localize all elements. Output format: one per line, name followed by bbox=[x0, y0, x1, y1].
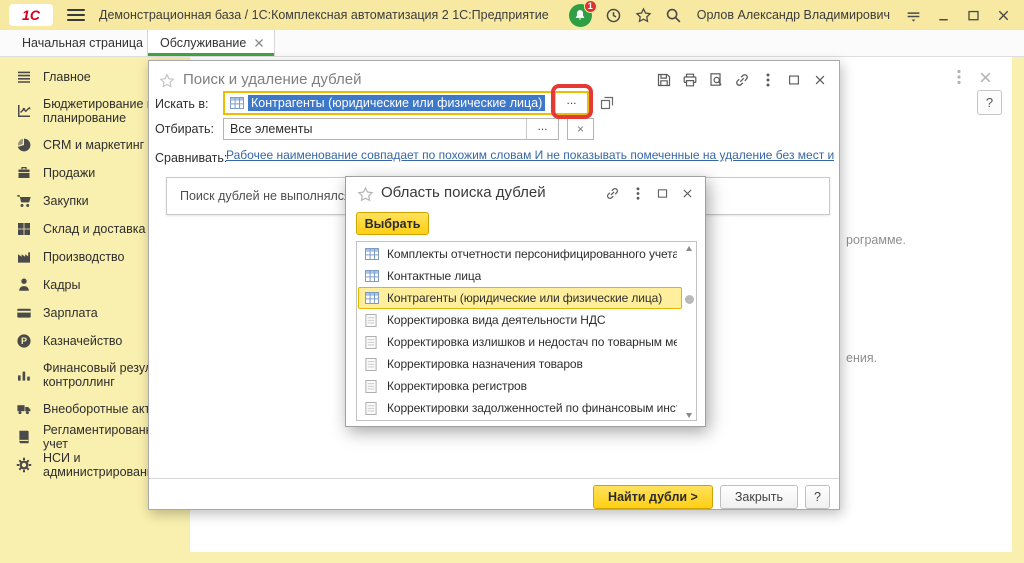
scroll-up-icon[interactable] bbox=[686, 246, 692, 251]
form-close-icon[interactable] bbox=[979, 71, 992, 84]
svg-text:Р: Р bbox=[20, 336, 26, 346]
person-icon bbox=[15, 277, 32, 294]
open-value-icon[interactable] bbox=[599, 95, 616, 112]
modal-more-icon[interactable] bbox=[629, 185, 646, 202]
history-icon[interactable] bbox=[605, 7, 622, 24]
tab-obsluzhivanie[interactable]: Обслуживание bbox=[147, 30, 275, 56]
find-duplicates-button[interactable]: Найти дубли > bbox=[593, 485, 713, 509]
dialog-close-icon[interactable] bbox=[811, 71, 828, 88]
tab-home[interactable]: Начальная страница bbox=[0, 30, 140, 56]
list-item[interactable]: Корректировка регистров bbox=[358, 375, 682, 397]
filter-clear-button[interactable]: × bbox=[567, 118, 594, 140]
tab-close-icon[interactable] bbox=[254, 38, 264, 48]
catalog-table-icon bbox=[365, 248, 379, 260]
planning-chart-icon bbox=[15, 103, 32, 120]
list-item-selected[interactable]: Контрагенты (юридические или физические … bbox=[358, 287, 682, 309]
filter-label: Отбирать: bbox=[155, 122, 214, 136]
open-windows-bar: Начальная страница Обслуживание bbox=[0, 30, 1024, 57]
modal-link-icon[interactable] bbox=[604, 185, 621, 202]
select-button[interactable]: Выбрать bbox=[356, 212, 429, 235]
window-title: Демонстрационная база / 1С:Комплексная а… bbox=[99, 8, 549, 22]
close-dialog-button[interactable]: Закрыть bbox=[720, 485, 798, 509]
background-text-fragment: рограмме. bbox=[846, 233, 906, 247]
document-icon bbox=[365, 380, 379, 393]
active-tab-label: Обслуживание bbox=[160, 36, 246, 50]
filter-value: Все элементы bbox=[224, 122, 313, 136]
modal-maximize-icon[interactable] bbox=[654, 185, 671, 202]
dialog-footer-divider bbox=[149, 478, 839, 479]
list-item[interactable]: Корректировка вида деятельности НДС bbox=[358, 309, 682, 331]
active-tab-indicator bbox=[148, 53, 274, 56]
main-lines-icon bbox=[15, 69, 32, 86]
print-icon[interactable] bbox=[681, 71, 698, 88]
ruble-coin-icon: Р bbox=[15, 333, 32, 350]
modal-title: Область поиска дублей bbox=[381, 184, 546, 201]
compare-rules-link[interactable]: Рабочее наименование совпадает по похожи… bbox=[226, 148, 834, 162]
modal-close-icon[interactable] bbox=[679, 185, 696, 202]
filter-field[interactable]: Все элементы ... bbox=[223, 118, 559, 140]
book-icon bbox=[15, 429, 32, 446]
service-menu-icon[interactable] bbox=[905, 7, 922, 24]
cart-icon bbox=[15, 193, 32, 210]
document-icon bbox=[365, 358, 379, 371]
pie-chart-icon bbox=[15, 137, 32, 154]
form-more-icon[interactable] bbox=[957, 69, 961, 85]
current-user[interactable]: Орлов Александр Владимирович bbox=[697, 8, 890, 22]
form-help-button[interactable]: ? bbox=[977, 90, 1002, 115]
dialog-title: Поиск и удаление дублей bbox=[183, 71, 361, 88]
catalog-table-icon bbox=[230, 97, 244, 109]
get-link-icon[interactable] bbox=[733, 71, 750, 88]
document-icon bbox=[365, 314, 379, 327]
catalog-table-icon bbox=[365, 292, 379, 304]
search-in-field[interactable]: Контрагенты (юридические или физические … bbox=[223, 91, 589, 115]
titlebar: 1С Демонстрационная база / 1С:Комплексна… bbox=[0, 0, 1024, 30]
compare-label: Сравнивать: bbox=[155, 151, 227, 165]
list-item[interactable]: Контактные лица bbox=[358, 265, 682, 287]
application-window: 1С Демонстрационная база / 1С:Комплексна… bbox=[0, 0, 1024, 563]
truck-icon bbox=[15, 401, 32, 418]
warehouse-boxes-icon bbox=[15, 221, 32, 238]
dialog-maximize-icon[interactable] bbox=[785, 71, 802, 88]
briefcase-icon bbox=[15, 165, 32, 182]
search-in-label: Искать в: bbox=[155, 97, 208, 111]
modal-favorite-star-icon[interactable] bbox=[357, 186, 374, 203]
1c-logo[interactable]: 1С bbox=[9, 4, 53, 26]
document-icon bbox=[365, 402, 379, 415]
document-icon bbox=[365, 336, 379, 349]
1c-logo-text: 1С bbox=[22, 7, 40, 23]
scroll-thumb[interactable] bbox=[685, 295, 694, 304]
background-text-fragment: ения. bbox=[846, 351, 877, 365]
notifications-bell-icon[interactable]: 1 bbox=[569, 4, 592, 27]
dialog-favorite-star-icon[interactable] bbox=[159, 73, 175, 89]
filter-choose-button[interactable]: ... bbox=[526, 119, 558, 139]
factory-icon bbox=[15, 249, 32, 266]
list-item[interactable]: Корректировка назначения товаров bbox=[358, 353, 682, 375]
bar-chart-icon bbox=[15, 367, 32, 384]
search-area-modal: Область поиска дублей Выбрать Комплекты … bbox=[345, 176, 706, 427]
list-scrollbar[interactable] bbox=[683, 243, 695, 421]
save-icon[interactable] bbox=[655, 71, 672, 88]
payment-card-icon bbox=[15, 305, 32, 322]
list-item[interactable]: Комплекты отчетности персонифицированног… bbox=[358, 243, 682, 265]
catalog-table-icon bbox=[365, 270, 379, 282]
maximize-icon[interactable] bbox=[965, 7, 982, 24]
dialog-help-button[interactable]: ? bbox=[805, 485, 830, 509]
print-preview-icon[interactable] bbox=[707, 71, 724, 88]
list-item[interactable]: Корректировка излишков и недостач по тов… bbox=[358, 331, 682, 353]
duplicates-area-list: Комплекты отчетности персонифицированног… bbox=[356, 241, 697, 421]
search-icon[interactable] bbox=[665, 7, 682, 24]
home-tab-label: Начальная страница bbox=[22, 36, 143, 50]
close-window-icon[interactable] bbox=[995, 7, 1012, 24]
more-actions-icon[interactable] bbox=[759, 71, 776, 88]
search-in-value: Контрагенты (юридические или физические … bbox=[248, 95, 545, 111]
notification-badge: 1 bbox=[584, 0, 597, 13]
list-item[interactable]: Корректировки задолженностей по финансов… bbox=[358, 397, 682, 419]
main-menu-icon[interactable] bbox=[67, 9, 85, 21]
minimize-icon[interactable] bbox=[935, 7, 952, 24]
gear-icon bbox=[15, 457, 32, 474]
favorites-star-icon[interactable] bbox=[635, 7, 652, 24]
scroll-down-icon[interactable] bbox=[686, 413, 692, 418]
search-in-choose-button[interactable]: ... bbox=[555, 93, 587, 113]
